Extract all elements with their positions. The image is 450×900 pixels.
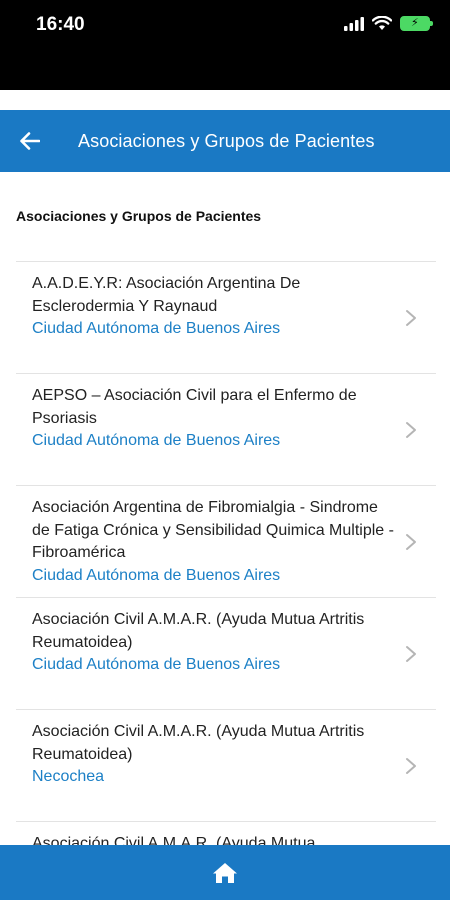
association-name: Asociación Civil A.M.A.R. (Ayuda Mutua A… [32,723,365,763]
list-item[interactable]: Asociación Civil A.M.A.R. (Ayuda Mutua A… [16,597,436,709]
association-location: Ciudad Autónoma de Buenos Aires [32,656,281,673]
signal-icon [344,16,364,31]
association-name: Asociación Argentina de Fibromialgia - S… [32,499,394,561]
chevron-right-icon [406,422,416,438]
association-name: Asociación Civil A.M.A.R. (Ayuda Mutua A… [32,611,365,651]
list-item[interactable]: Asociación Argentina de Fibromialgia - S… [16,485,436,597]
list-item[interactable]: AEPSO – Asociación Civil para el Enfermo… [16,373,436,485]
chevron-right-icon [406,534,416,550]
list-item[interactable]: A.A.D.E.Y.R: Asociación Argentina De Esc… [16,261,436,373]
back-button[interactable] [4,110,56,172]
wifi-icon [372,16,392,30]
association-location: Ciudad Autónoma de Buenos Aires [32,432,281,449]
section-title: Asociaciones y Grupos de Pacientes [16,208,262,224]
association-location: Ciudad Autónoma de Buenos Aires [32,320,281,337]
status-bar: 16:40 ⚡ [0,0,450,90]
app-bar: Asociaciones y Grupos de Pacientes [0,110,450,172]
status-time: 16:40 [36,14,85,35]
home-icon [213,862,237,883]
status-spacer [0,90,450,110]
list-item[interactable]: Asociación Civil A.M.A.R. (Ayuda Mutua [16,821,436,845]
list-item[interactable]: Asociación Civil A.M.A.R. (Ayuda Mutua A… [16,709,436,821]
bottom-nav-bar [0,845,450,900]
status-icons: ⚡ [344,16,433,31]
association-name: AEPSO – Asociación Civil para el Enfermo… [32,387,357,427]
page-title: Asociaciones y Grupos de Pacientes [78,130,375,151]
association-list: A.A.D.E.Y.R: Asociación Argentina De Esc… [16,261,436,845]
arrow-left-icon [20,132,40,150]
association-location: Necochea [32,768,105,785]
chevron-right-icon [406,310,416,326]
chevron-right-icon [406,646,416,662]
association-name: Asociación Civil A.M.A.R. (Ayuda Mutua [32,835,316,845]
association-location: Ciudad Autónoma de Buenos Aires [32,566,281,584]
association-name: A.A.D.E.Y.R: Asociación Argentina De Esc… [32,275,301,315]
home-button[interactable] [205,853,245,893]
chevron-right-icon [406,758,416,774]
battery-icon: ⚡ [400,16,433,31]
